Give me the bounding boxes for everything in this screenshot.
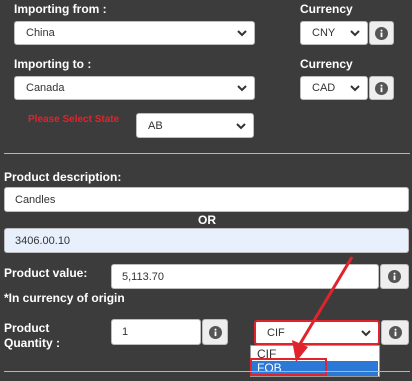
bottom-divider	[4, 371, 410, 372]
annotation-arrow	[292, 256, 354, 362]
